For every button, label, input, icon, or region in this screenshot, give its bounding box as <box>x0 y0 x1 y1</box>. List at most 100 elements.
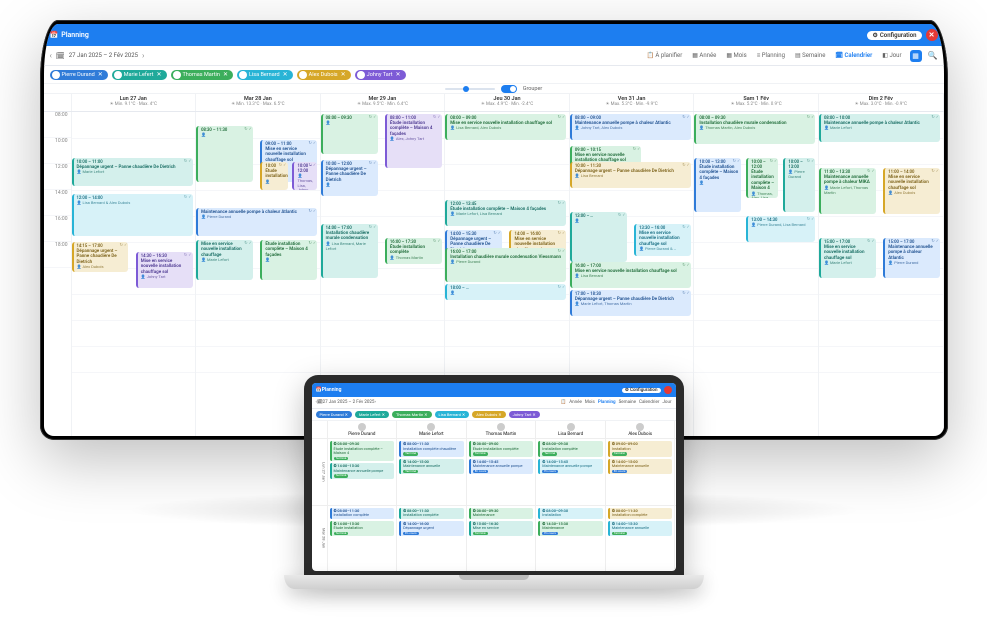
calendar-event[interactable]: ↻ ✓18:00 – …👤 <box>445 284 566 300</box>
calendar-event[interactable]: ↻ ✓14:00 – 17:00Installation chaudière m… <box>321 224 378 278</box>
laptop-view-semaine[interactable]: Semaine <box>619 400 636 405</box>
laptop-cell[interactable]: ⏲ 08:00–11:30Installation complète ⏲ 14:0… <box>328 506 398 572</box>
laptop-event[interactable]: ⏲ 08:00–11:30Installation complète <box>608 508 673 519</box>
laptop-event[interactable]: ⏲ 14:00–15:00Maintenance annuelleTerminé <box>399 459 464 475</box>
laptop-view-planning[interactable]: Planning <box>598 400 616 405</box>
group-toggle[interactable] <box>501 85 517 93</box>
laptop-event[interactable]: ⏲ 14:00–15:30Maintenance annuelle pompeT… <box>330 463 395 479</box>
laptop-cell[interactable]: ⏲ 08:00–09:30Maintenance ⏲ 15:00–16:30Mis… <box>467 506 537 572</box>
laptop-event[interactable]: ⏲ 14:00–15:45Maintenance annuelle pompeE… <box>538 459 603 475</box>
calendar-event[interactable]: ↻ ✓Maintenance annuelle pompe à chaleur … <box>196 208 317 236</box>
laptop-event[interactable]: ⏲ 14:00–16:00Dépannage urgentEn cours <box>399 521 464 537</box>
day-column[interactable]: ↻ ✓08:00 – 10:00Maintenance annuelle pom… <box>819 112 944 436</box>
calendar-event[interactable]: ↻ ✓12:00 – 14:00👤 Lisa Bernard & Alex Du… <box>72 194 193 236</box>
laptop-event[interactable]: ⏲ 08:00–11:30Installation complète chaud… <box>399 441 464 457</box>
calendar-event[interactable]: ↻ ✓08:00 – 09:00Maintenance annuelle pom… <box>570 114 691 140</box>
employee-chip[interactable]: Pierre Durand ✕ <box>50 70 108 80</box>
laptop-event[interactable]: ⏲ 08:00–09:30Installation complèteTermin… <box>538 441 603 457</box>
calendar-event[interactable]: ↻ ✓11:00 – 14:00Mise en service nouvelle… <box>883 168 940 214</box>
laptop-view-annee[interactable]: Année <box>569 400 582 405</box>
laptop-event[interactable]: ⏲ 08:00–11:30Installation complète <box>399 508 464 519</box>
calendar-event[interactable]: ↻ ✓10:00 – 13:00Étude installation compl… <box>694 158 741 212</box>
calendar-event[interactable]: ↻ ✓11:00 – 13:30Maintenance annuelle pom… <box>819 168 876 214</box>
next-week-button[interactable]: › <box>142 51 144 60</box>
calendar-event[interactable]: ↻ ✓10:00 – 12:00Dépannage urgent – Panne… <box>321 160 378 196</box>
calendar-event[interactable]: ↻ ✓13:00 – …👤 <box>570 212 627 262</box>
calendar-event[interactable]: ↻ ✓08:00 – 10:00Maintenance annuelle pom… <box>819 114 940 142</box>
employee-chip[interactable]: Lisa Bernard ✕ <box>237 70 293 80</box>
laptop-cell[interactable]: ⏲ 08:00–09:00Étude installation complète… <box>467 439 537 505</box>
calendar-event[interactable]: ↻ ✓16:00 – 17:00Installation chaudière m… <box>445 248 566 282</box>
laptop-event[interactable]: ⏲ 08:00–09:30Installation <box>538 508 603 519</box>
laptop-employee-chip[interactable]: Marie Lefert ✕ <box>355 411 389 418</box>
view-mois[interactable]: ▦ Mois <box>724 51 748 60</box>
laptop-view-mois[interactable]: Mois <box>585 400 595 405</box>
calendar-event[interactable]: ↻ ✓10:00 – 12:00👤 Thomas, Lisa, Johny Ta… <box>292 162 317 190</box>
laptop-event[interactable]: ⏲ 08:00–09:30Maintenance <box>469 508 534 519</box>
laptop-event[interactable]: ⏲ 09:00–09:00InstallationTerminé <box>608 441 673 457</box>
calendar-event[interactable]: ↻ ✓13:30 – 16:00Mise en service nouvelle… <box>634 224 691 256</box>
laptop-event[interactable]: ⏲ 08:00–11:30Installation complète <box>330 508 395 519</box>
calendar-icon[interactable]: 🗓 <box>56 52 65 60</box>
calendar-event[interactable]: ↻ ✓10:00 – 11:00Dépannage urgent – Panne… <box>72 158 193 186</box>
laptop-employee-chip[interactable]: Alex Dubois ✕ <box>472 411 505 418</box>
day-column[interactable]: ↻ ✓08:00 – 09:30Installation chaudière m… <box>694 112 819 436</box>
employee-chip[interactable]: Johny Tart ✕ <box>355 70 406 80</box>
day-column[interactable]: ↻ ✓08:30 – 11:30👤 ↻ ✓09:00 – 11:00Mise e… <box>196 112 321 436</box>
calendar-event[interactable]: ↻ ✓16:00 – 17:00Mise en service nouvelle… <box>570 262 691 288</box>
laptop-config-button[interactable]: ⚙ Configuration <box>622 388 661 393</box>
calendar-event[interactable]: ↻ ✓14:15 – 17:00Dépannage urgent – Panne… <box>72 242 129 272</box>
view-aplanifier[interactable]: 📋 À planifier <box>644 51 684 60</box>
laptop-cell[interactable]: ⏲ 08:00–09:30Installation⏲ 14:30–15:30Ma… <box>536 506 606 572</box>
calendar-event[interactable]: ↻ ✓10:00 – 13:00👤 Pierre Durand <box>783 158 815 212</box>
calendar-event[interactable]: ↻ ✓08:00 – 09:30Installation chaudière m… <box>694 114 815 144</box>
laptop-cell[interactable]: ⏲ 08:00–11:30Installation complète ⏲ 14:0… <box>397 506 467 572</box>
prev-week-button[interactable]: ‹ <box>50 51 52 60</box>
laptop-cell[interactable]: ⏲ 08:00–09:30Installation complèteTermin… <box>536 439 606 505</box>
laptop-event[interactable]: ⏲ 14:00–15:45Maintenance annuelle pompeE… <box>469 459 534 475</box>
employee-chip[interactable]: Thomas Martin ✕ <box>171 70 233 80</box>
search-icon[interactable]: 🔍 <box>928 51 938 60</box>
laptop-employee-chip[interactable]: Thomas Martin ✕ <box>392 411 432 418</box>
calendar-event[interactable]: ↻ ✓10:00Étude installation👤 <box>260 162 287 190</box>
calendar-event[interactable]: ↻ ✓16:00 – 17:30Étude installation compl… <box>385 238 442 264</box>
zoom-slider[interactable] <box>445 88 495 90</box>
view-semaine[interactable]: ▤ Semaine <box>793 51 827 60</box>
configuration-button[interactable]: ⚙ Configuration <box>867 31 921 40</box>
calendar-event[interactable]: ↻ ✓13:00 – 14:30👤 Pierre Durand, Lisa Be… <box>746 216 815 242</box>
calendar-event[interactable]: ↻ ✓Mise en service nouvelle installation… <box>196 240 253 280</box>
laptop-cell[interactable]: ⏲ 08:00–09:30Étude installation complète… <box>328 439 398 505</box>
view-jour[interactable]: ◧ Jour <box>880 51 903 60</box>
calendar-event[interactable]: ↻ ✓10:00 – 11:30Dépannage urgent – Panne… <box>570 162 691 188</box>
laptop-employee-chip[interactable]: Pierre Durand ✕ <box>316 411 353 418</box>
employee-chip[interactable]: Marie Lefert ✕ <box>112 70 167 80</box>
view-calendrier[interactable]: 🗓 Calendrier <box>833 51 874 60</box>
laptop-event[interactable]: ⏲ 15:00–16:30Mise en serviceTerminé <box>469 521 534 537</box>
calendar-event[interactable]: ↻ ✓15:00 – 17:00Maintenance annuelle pom… <box>883 238 940 278</box>
laptop-event[interactable]: ⏲ 14:00–15:30Maintenance annuelleTerminé <box>608 521 673 537</box>
calendar-event[interactable]: ↻ ✓10:00 – 12:00Étude installation compl… <box>746 158 778 198</box>
laptop-next[interactable]: › <box>374 400 375 405</box>
calendar-event[interactable]: ↻ ✓08:00 – 11:00Étude installation compl… <box>385 114 442 168</box>
employee-chip[interactable]: Alex Dubois ✕ <box>297 70 351 80</box>
laptop-employee-chip[interactable]: Johny Tart ✕ <box>509 411 540 418</box>
laptop-cell[interactable]: ⏲ 09:00–09:00InstallationTerminé ⏲ 14:00–… <box>606 439 676 505</box>
laptop-view-jour[interactable]: Jour <box>662 400 671 405</box>
calendar-event[interactable]: ↻ ✓08:00 – 09:00Mise en service nouvelle… <box>445 114 566 140</box>
close-icon[interactable]: ✕ <box>926 29 938 41</box>
grid-toggle-button[interactable]: ▦ <box>910 50 922 62</box>
laptop-employee-chip[interactable]: Lisa Bernard ✕ <box>435 411 470 418</box>
calendar-event[interactable]: ↻ ✓14:30 – 16:30Mise en service nouvelle… <box>136 252 193 288</box>
calendar-event[interactable]: ↻ ✓17:00 – 18:30Dépannage urgent – Panne… <box>570 290 691 316</box>
view-planning[interactable]: ≡ Planning <box>755 51 787 60</box>
laptop-close-icon[interactable] <box>664 386 672 394</box>
view-annee[interactable]: ▦ Année <box>690 51 718 60</box>
calendar-event[interactable]: ↻ ✓12:00 – 13:45Étude installation compl… <box>445 200 566 226</box>
laptop-event[interactable]: ⏲ 14:00–15:30Étude installationTerminé <box>330 521 395 537</box>
laptop-event[interactable]: ⏲ 08:00–09:00Étude installation complète… <box>469 441 534 457</box>
laptop-cell[interactable]: ⏲ 08:00–11:30Installation complète chaud… <box>397 439 467 505</box>
laptop-cell[interactable]: ⏲ 08:00–11:30Installation complète ⏲ 14:0… <box>606 506 676 572</box>
laptop-event[interactable]: ⏲ 14:00–15:00Maintenance annuelleEn cour… <box>608 459 673 475</box>
calendar-event[interactable]: ↻ ✓08:00 – 09:30👤 <box>321 114 378 154</box>
calendar-event[interactable]: ↻ ✓08:30 – 11:30👤 <box>196 126 253 182</box>
